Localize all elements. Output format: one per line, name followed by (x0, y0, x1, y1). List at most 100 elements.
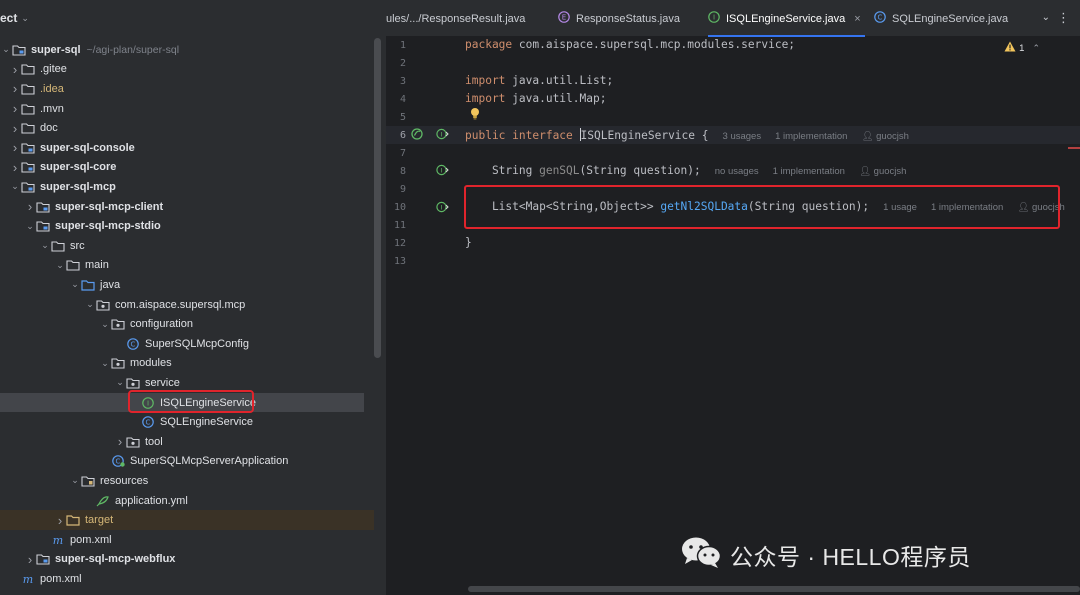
implementations-hint[interactable]: 1 implementation (773, 166, 845, 177)
chevron-right-icon[interactable]: › (9, 121, 21, 136)
module-folder-icon (21, 142, 35, 154)
tree-item[interactable]: › tool (0, 432, 374, 452)
usages-hint[interactable]: 3 usages (723, 131, 762, 142)
svg-text:C: C (146, 419, 151, 427)
module-folder-icon (21, 181, 35, 193)
chevron-right-icon[interactable]: › (9, 140, 21, 155)
tree-item[interactable]: › super-sql-mcp-client (0, 197, 374, 217)
error-stripe-marker[interactable] (1068, 147, 1080, 149)
tab-response-result[interactable]: ules/.../ResponseResult.java (386, 0, 525, 37)
tree-item[interactable]: › super-sql-mcp-webflux (0, 550, 374, 570)
tree-item[interactable]: application.yml (0, 491, 374, 511)
chevron-right-icon[interactable]: › (24, 199, 36, 214)
chevron-right-icon[interactable]: › (9, 81, 21, 96)
tree-item-label: .gitee (40, 63, 67, 76)
tree-item-label: super-sql-mcp-client (55, 200, 164, 213)
tree-item[interactable]: I ISQLEngineService (0, 392, 364, 413)
tree-item[interactable]: › doc (0, 118, 374, 138)
tree-item[interactable]: ⌄ super-sql-mcp-stdio (0, 216, 374, 236)
tree-item[interactable]: › super-sql-core (0, 158, 374, 178)
project-panel-header[interactable]: ect ⌄ (0, 8, 29, 28)
excluded-folder-icon (66, 514, 80, 526)
tree-item[interactable]: ⌄ java (0, 275, 374, 295)
chevron-down-icon[interactable]: ⌄ (114, 377, 126, 388)
tree-item[interactable]: ⌄ resources (0, 471, 374, 491)
chevron-down-icon[interactable]: ⌄ (99, 358, 111, 369)
chevron-right-icon[interactable]: › (24, 552, 36, 567)
tree-item[interactable]: ⌄ com.aispace.supersql.mcp (0, 295, 374, 315)
tree-item[interactable]: ⌄ main (0, 256, 374, 276)
tree-item-label: super-sql-console (40, 141, 135, 154)
horizontal-scrollbar[interactable] (468, 586, 1080, 592)
tree-item[interactable]: ⌄ super-sql-mcp (0, 177, 374, 197)
tab-list-chevron-icon[interactable]: ⌄ (1042, 12, 1050, 23)
chevron-down-icon[interactable]: ⌄ (69, 475, 81, 486)
chevron-down-icon[interactable]: ⌄ (69, 279, 81, 290)
line-number: 10 (393, 202, 406, 213)
source-folder-icon (81, 279, 95, 291)
chevron-right-icon[interactable]: › (114, 434, 126, 449)
module-folder-icon (12, 44, 26, 56)
code-line-6: public interface ISQLEngineService {3 us… (465, 128, 909, 142)
tree-item[interactable]: › target (0, 510, 374, 530)
tree-item[interactable]: › .gitee (0, 60, 374, 80)
tree-item[interactable]: C SQLEngineService (0, 412, 374, 432)
tree-item-label: pom.xml (40, 572, 82, 585)
chevron-down-icon[interactable]: ⌄ (99, 319, 111, 330)
interface-icon: I (708, 11, 720, 26)
chevron-down-icon[interactable]: ⌄ (9, 181, 21, 192)
chevron-right-icon[interactable]: › (9, 101, 21, 116)
author-hint[interactable]: 👤︎ guocjsh (1017, 202, 1064, 213)
tree-item-label: modules (130, 357, 172, 370)
chevron-right-icon[interactable]: › (9, 62, 21, 77)
line-number: 3 (399, 76, 406, 87)
author-hint[interactable]: 👤︎ guocjsh (861, 131, 908, 142)
tab-sqlengineservice[interactable]: C SQLEngineService.java (874, 0, 1008, 37)
implementations-hint[interactable]: 1 implementation (931, 202, 1003, 213)
implementations-hint[interactable]: 1 implementation (775, 131, 847, 142)
more-vertical-icon[interactable]: ⋮ (1057, 10, 1070, 26)
tree-item[interactable]: ⌄ src (0, 236, 374, 256)
spring-bean-icon[interactable] (411, 128, 423, 143)
maven-icon: m (21, 573, 35, 585)
tree-item[interactable]: ⌄ modules (0, 354, 374, 374)
tree-item-label: com.aispace.supersql.mcp (115, 298, 246, 311)
chevron-down-icon[interactable]: ⌄ (21, 13, 29, 24)
chevron-right-icon[interactable]: › (54, 513, 66, 528)
line-number: 6 (399, 130, 406, 141)
close-icon[interactable]: × (854, 13, 860, 25)
tree-item[interactable]: › .idea (0, 79, 374, 99)
code-line-4: import java.util.Map; (465, 92, 607, 105)
implemented-method-icon[interactable]: I (436, 164, 449, 179)
tree-item[interactable]: ⌄ super-sql ~/agi-plan/super-sql (0, 40, 374, 60)
tab-response-status[interactable]: E ResponseStatus.java (558, 0, 680, 37)
chevron-up-icon[interactable]: ⌃ (1032, 43, 1040, 54)
tab-isqlengineservice[interactable]: I ISQLEngineService.java × (708, 0, 865, 37)
tree-item[interactable]: › super-sql-console (0, 138, 374, 158)
chevron-down-icon[interactable]: ⌄ (39, 240, 51, 251)
tree-item[interactable]: › .mvn (0, 99, 374, 119)
code-editor[interactable]: 1 ⌃ 1 2 3 4 5 6 7 8 9 10 11 12 13 I I I package com.… (386, 37, 1080, 595)
svg-text:m: m (53, 534, 63, 546)
project-scrollbar[interactable] (374, 38, 381, 358)
tree-item[interactable]: ⌄ configuration (0, 314, 374, 334)
line-number: 9 (399, 184, 406, 195)
tree-item[interactable]: m pom.xml (0, 530, 374, 550)
chevron-right-icon[interactable]: › (9, 160, 21, 175)
tree-item[interactable]: C SuperSQLMcpServerApplication (0, 452, 374, 472)
usages-hint[interactable]: no usages (715, 166, 759, 177)
tree-item[interactable]: ⌄ service (0, 373, 374, 393)
chevron-down-icon[interactable]: ⌄ (54, 260, 66, 271)
usages-hint[interactable]: 1 usage (883, 202, 917, 213)
tree-item[interactable]: m pom.xml (0, 569, 374, 589)
implemented-gutter-icon[interactable]: I (436, 128, 449, 143)
chevron-down-icon[interactable]: ⌄ (24, 221, 36, 232)
implemented-method-icon[interactable]: I (436, 201, 449, 216)
person-icon: 👤︎ (858, 166, 872, 177)
chevron-down-icon[interactable]: ⌄ (84, 299, 96, 310)
tree-item[interactable]: C SuperSQLMcpConfig (0, 334, 374, 354)
author-hint[interactable]: 👤︎ guocjsh (859, 166, 906, 177)
inspection-widget[interactable]: 1 ⌃ (1004, 41, 1040, 55)
lightbulb-icon[interactable] (470, 107, 480, 123)
chevron-down-icon[interactable]: ⌄ (0, 44, 12, 55)
